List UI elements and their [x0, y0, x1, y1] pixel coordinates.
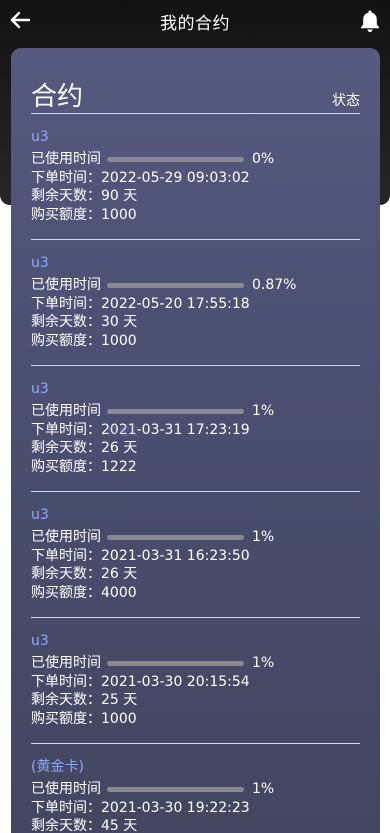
- order-time-label: 下单时间：: [31, 421, 101, 438]
- purchase-amount-label: 购买额度：: [31, 585, 101, 602]
- order-time-label: 下单时间：: [31, 169, 101, 186]
- order-time-row: 下单时间：2022-05-20 17:55:18: [31, 295, 360, 314]
- usage-percent: 0%: [252, 151, 275, 167]
- order-time-row: 下单时间：2021-03-31 17:23:19: [31, 421, 360, 440]
- usage-percent: 1%: [252, 781, 275, 797]
- contract-list: u3 已使用时间 0% 下单时间：2022-05-29 09:03:02 剩余天…: [31, 114, 360, 833]
- remaining-days-value: 26 天: [101, 440, 138, 457]
- order-time-value: 2021-03-30 19:22:23: [101, 799, 250, 816]
- remaining-days-value: 90 天: [101, 188, 138, 205]
- order-time-label: 下单时间：: [31, 673, 101, 690]
- usage-percent: 1%: [252, 655, 275, 671]
- usage-percent: 1%: [252, 403, 275, 419]
- remaining-days-label: 剩余天数：: [31, 692, 101, 709]
- remaining-days-row: 剩余天数：25 天: [31, 691, 360, 710]
- used-time-label: 已使用时间: [31, 655, 101, 671]
- used-time-label: 已使用时间: [31, 403, 101, 419]
- usage-progress-bar: [107, 534, 244, 540]
- page-title: 我的合约: [160, 14, 230, 34]
- usage-progress-bar: [107, 786, 244, 792]
- remaining-days-row: 剩余天数：45 天: [31, 817, 360, 833]
- contract-name: (黄金卡): [31, 759, 84, 775]
- usage-progress-bar: [107, 408, 244, 414]
- order-time-value: 2022-05-20 17:55:18: [101, 295, 250, 312]
- usage-row: 已使用时间 0.87%: [31, 276, 360, 295]
- usage-progress-bar: [107, 282, 244, 288]
- bell-icon: [361, 10, 379, 32]
- contracts-page: 我的合约 合约 状态 u3 已使用时间 0% 下单时间：2022-05-29 0…: [0, 0, 390, 833]
- watermark: .net: [100, 420, 140, 441]
- order-time-row: 下单时间：2021-03-31 16:23:50: [31, 547, 360, 566]
- purchase-amount-row: 购买额度：1000: [31, 206, 360, 225]
- usage-row: 已使用时间 1%: [31, 780, 360, 799]
- remaining-days-row: 剩余天数：90 天: [31, 187, 360, 206]
- purchase-amount-value: 4000: [101, 585, 137, 602]
- remaining-days-label: 剩余天数：: [31, 440, 101, 457]
- purchase-amount-row: 购买额度：1222: [31, 458, 360, 477]
- contract-item[interactable]: u3 已使用时间 0.87% 下单时间：2022-05-20 17:55:18 …: [31, 240, 360, 366]
- used-time-label: 已使用时间: [31, 151, 101, 167]
- usage-row: 已使用时间 1%: [31, 402, 360, 421]
- contract-name: u3: [31, 255, 49, 271]
- usage-percent: 1%: [252, 529, 275, 545]
- usage-row: 已使用时间 0%: [31, 150, 360, 169]
- usage-progress-bar: [107, 156, 244, 162]
- contract-name: u3: [31, 129, 49, 145]
- order-time-value: 2021-03-30 20:15:54: [101, 673, 250, 690]
- card-title: 合约: [31, 82, 84, 112]
- contract-name: u3: [31, 381, 49, 397]
- purchase-amount-row: 购买额度：1000: [31, 332, 360, 351]
- usage-progress-bar: [107, 660, 244, 666]
- contract-item[interactable]: u3 已使用时间 0% 下单时间：2022-05-29 09:03:02 剩余天…: [31, 114, 360, 240]
- remaining-days-label: 剩余天数：: [31, 188, 101, 205]
- contract-item[interactable]: u3 已使用时间 1% 下单时间：2021-03-31 17:23:19 剩余天…: [31, 366, 360, 492]
- remaining-days-value: 25 天: [101, 692, 138, 709]
- purchase-amount-value: 1000: [101, 711, 137, 728]
- purchase-amount-value: 1000: [101, 207, 137, 224]
- card-header: 合约 状态: [31, 48, 360, 114]
- purchase-amount-value: 1000: [101, 333, 137, 350]
- remaining-days-value: 26 天: [101, 566, 138, 583]
- purchase-amount-label: 购买额度：: [31, 207, 101, 224]
- used-time-label: 已使用时间: [31, 277, 101, 293]
- usage-row: 已使用时间 1%: [31, 654, 360, 673]
- purchase-amount-label: 购买额度：: [31, 459, 101, 476]
- contract-name: u3: [31, 633, 49, 649]
- order-time-value: 2021-03-31 16:23:50: [101, 547, 250, 564]
- used-time-label: 已使用时间: [31, 529, 101, 545]
- top-bar: 我的合约: [0, 0, 390, 42]
- used-time-label: 已使用时间: [31, 781, 101, 797]
- order-time-row: 下单时间：2021-03-30 19:22:23: [31, 799, 360, 818]
- remaining-days-row: 剩余天数：30 天: [31, 313, 360, 332]
- contract-name: u3: [31, 507, 49, 523]
- remaining-days-value: 30 天: [101, 314, 138, 331]
- remaining-days-row: 剩余天数：26 天: [31, 565, 360, 584]
- order-time-row: 下单时间：2021-03-30 20:15:54: [31, 673, 360, 692]
- remaining-days-label: 剩余天数：: [31, 818, 101, 833]
- contract-item[interactable]: u3 已使用时间 1% 下单时间：2021-03-31 16:23:50 剩余天…: [31, 492, 360, 618]
- order-time-value: 2022-05-29 09:03:02: [101, 169, 250, 186]
- remaining-days-label: 剩余天数：: [31, 566, 101, 583]
- usage-row: 已使用时间 1%: [31, 528, 360, 547]
- purchase-amount-value: 1222: [101, 459, 137, 476]
- purchase-amount-label: 购买额度：: [31, 333, 101, 350]
- notifications-button[interactable]: [358, 8, 382, 34]
- order-time-label: 下单时间：: [31, 799, 101, 816]
- remaining-days-value: 45 天: [101, 818, 138, 833]
- purchase-amount-label: 购买额度：: [31, 711, 101, 728]
- order-time-label: 下单时间：: [31, 295, 101, 312]
- status-column-label: 状态: [332, 93, 360, 109]
- order-time-label: 下单时间：: [31, 547, 101, 564]
- purchase-amount-row: 购买额度：1000: [31, 710, 360, 729]
- contract-item[interactable]: (黄金卡) 已使用时间 1% 下单时间：2021-03-30 19:22:23 …: [31, 744, 360, 833]
- contract-item[interactable]: u3 已使用时间 1% 下单时间：2021-03-30 20:15:54 剩余天…: [31, 618, 360, 744]
- order-time-row: 下单时间：2022-05-29 09:03:02: [31, 169, 360, 188]
- contracts-card: 合约 状态 u3 已使用时间 0% 下单时间：2022-05-29 09:03:…: [11, 48, 380, 833]
- purchase-amount-row: 购买额度：4000: [31, 584, 360, 603]
- remaining-days-label: 剩余天数：: [31, 314, 101, 331]
- remaining-days-row: 剩余天数：26 天: [31, 439, 360, 458]
- usage-percent: 0.87%: [252, 277, 297, 293]
